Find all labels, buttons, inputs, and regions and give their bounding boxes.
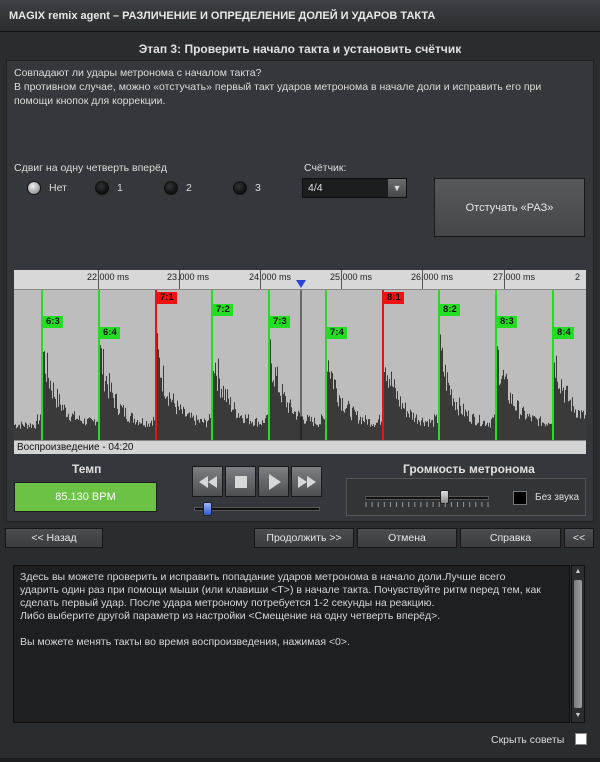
continue-button[interactable]: Продолжить >> [254,528,354,548]
tempo-display[interactable]: 85.130 BPM [14,482,157,512]
position-slider-thumb[interactable] [203,502,213,516]
radio-dot-icon [164,181,178,195]
help-paragraph: Либо выберите другой параметр из настрой… [20,610,441,622]
back-button[interactable]: << Назад [5,528,103,548]
beat-marker-label: 8:4 [554,327,574,339]
waveform-graphic [14,290,586,440]
downbeat-marker-label: 7:1 [157,292,177,304]
title-bar: MAGIX remix agent – РАЗЛИЧЕНИЕ И ОПРЕДЕЛ… [0,0,600,32]
hide-tips-checkbox[interactable] [575,733,587,745]
stop-icon [234,475,247,488]
ruler-tick-label: 27.000 ms [493,272,536,282]
help-paragraph: ударить один раз при помощи мыши (или кл… [20,584,541,596]
step-title: Этап 3: Проверить начало такта и установ… [138,42,462,56]
stop-button[interactable] [225,466,256,497]
radio-label: Нет [49,182,67,194]
help-scrollbar[interactable]: ▲ ▼ [571,565,585,723]
tap-downbeat-button[interactable]: Отстучать «РАЗ» [434,178,585,237]
play-icon [268,473,281,490]
volume-scale-ticks [365,502,489,507]
radio-shift-none[interactable]: Нет [27,180,67,196]
window-title: MAGIX remix agent – РАЗЛИЧЕНИЕ И ОПРЕДЕЛ… [9,10,436,22]
ruler-tick-label: 24.000 ms [249,272,292,282]
help-paragraph: сделать первый удар. После удара метроно… [20,597,435,609]
counter-label: Счётчик: [304,162,347,174]
help-paragraph: Вы можете менять такты во время воспроиз… [20,636,350,648]
mute-label: Без звука [535,492,580,503]
radio-dot-icon [95,181,109,195]
metronome-volume-label: Громкость метронома [403,462,535,476]
collapse-button[interactable]: << [564,528,594,548]
beat-marker-label: 8:2 [440,304,460,316]
playback-status: Воспроизведение - 04:20 [14,440,586,454]
radio-label: 1 [117,182,123,194]
position-slider-track[interactable] [194,507,320,511]
fast-forward-icon [297,475,316,488]
beat-marker-label: 7:2 [213,304,233,316]
beat-marker-label: 7:3 [270,316,290,328]
play-button[interactable] [258,466,289,497]
scroll-up-icon[interactable]: ▲ [572,566,584,578]
beat-marker-label: 6:4 [100,327,120,339]
ruler-tick-label: 2 [575,272,581,282]
ruler-tick-label: 23.000 ms [167,272,210,282]
shift-label: Сдвиг на одну четверть вперёд [14,162,167,174]
playhead-marker-icon[interactable] [296,280,306,288]
mute-checkbox[interactable] [513,491,527,505]
scroll-down-icon[interactable]: ▼ [572,710,584,722]
cancel-button[interactable]: Отмена [357,528,457,548]
window-bottom-edge [0,758,600,762]
tempo-label: Темп [72,462,102,476]
beat-marker-label: 8:3 [497,316,517,328]
fast-forward-button[interactable] [291,466,322,497]
hide-tips-label: Скрыть советы [491,734,565,746]
intro-line-3: помощи кнопок для коррекции. [14,95,166,107]
intro-line-2: В противном случае, можно «отстучать» пе… [14,81,542,93]
counter-value: 4/4 [308,182,323,194]
timeline-ruler[interactable]: 22.000 ms 23.000 ms 24.000 ms 25.000 ms … [14,270,586,290]
radio-label: 2 [186,182,192,194]
beat-marker-label: 6:3 [43,316,63,328]
ruler-tick-label: 26.000 ms [411,272,454,282]
waveform-path [14,325,586,440]
downbeat-marker-label: 8:1 [384,292,404,304]
intro-line-1: Совпадают ли удары метронома с началом т… [14,67,262,79]
help-paragraph: Здесь вы можете проверить и исправить по… [20,571,506,583]
rewind-button[interactable] [192,466,223,497]
help-button[interactable]: Справка [460,528,561,548]
volume-slider-track[interactable] [365,496,489,500]
intro-text: Совпадают ли удары метронома с началом т… [14,66,574,108]
ruler-tick-label: 25.000 ms [330,272,373,282]
radio-dot-icon [27,181,41,195]
rewind-icon [198,475,217,488]
scrollbar-thumb[interactable] [574,580,582,708]
chevron-down-icon[interactable]: ▼ [388,179,406,197]
radio-label: 3 [255,182,261,194]
counter-select[interactable]: 4/4 ▼ [302,178,407,198]
beat-marker-label: 7:4 [327,327,347,339]
help-text-box[interactable]: Здесь вы можете проверить и исправить по… [13,565,570,723]
ruler-tick-label: 22.000 ms [87,272,130,282]
radio-shift-3[interactable]: 3 [233,180,261,196]
waveform-view[interactable]: 6:3 6:4 7:1 7:2 7:3 7:4 8:1 8:2 8:3 8:4 [14,290,586,440]
radio-shift-1[interactable]: 1 [95,180,123,196]
radio-dot-icon [233,181,247,195]
radio-shift-2[interactable]: 2 [164,180,192,196]
